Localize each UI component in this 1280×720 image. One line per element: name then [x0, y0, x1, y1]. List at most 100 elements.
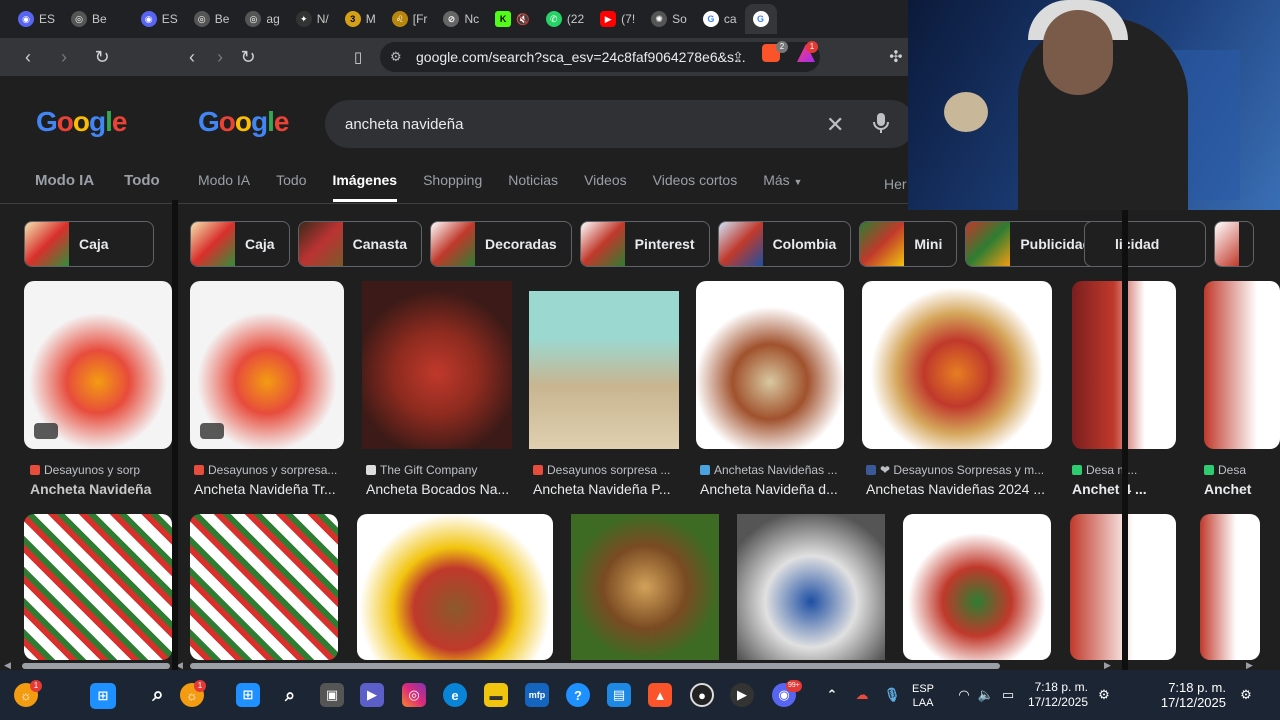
browser-tab-active[interactable]: G: [744, 4, 777, 34]
result-source[interactable]: Anchetas Navideñas ...: [700, 463, 844, 477]
forward-icon[interactable]: ›: [48, 41, 80, 73]
chip-publicidad[interactable]: licidad: [1084, 221, 1206, 267]
chip-caja[interactable]: Caja: [190, 221, 290, 267]
browser-tab[interactable]: ⊘ Nc: [435, 4, 487, 34]
result-title[interactable]: Ancheta Bocados Na...: [366, 481, 512, 497]
scroll-left-icon[interactable]: ◀: [4, 660, 11, 670]
tab-videos[interactable]: Videos: [584, 172, 627, 202]
media-player-icon[interactable]: ▶: [730, 683, 754, 707]
result-thumbnail[interactable]: [190, 514, 338, 660]
search-icon[interactable]: ⌕: [146, 683, 170, 707]
image-result[interactable]: [571, 514, 719, 660]
search-icon[interactable]: ⌕: [278, 683, 302, 707]
result-thumbnail[interactable]: [24, 281, 172, 449]
result-source[interactable]: Desayunos sorpresa ...: [533, 463, 679, 477]
browser-tab[interactable]: K 🔇: [487, 4, 538, 34]
result-source[interactable]: Desa: [1204, 463, 1280, 477]
browser-tab[interactable]: ✦ N/: [288, 4, 337, 34]
horizontal-scrollbar[interactable]: [22, 663, 170, 669]
browser-tab[interactable]: ✆ (22: [538, 4, 592, 34]
image-result[interactable]: [190, 514, 338, 660]
result-source[interactable]: ❤ Desayunos Sorpresas y m...: [866, 463, 1052, 477]
result-thumbnail[interactable]: [1204, 281, 1280, 449]
edge-icon[interactable]: e: [443, 683, 467, 707]
image-result[interactable]: [737, 514, 885, 660]
image-result[interactable]: [903, 514, 1051, 660]
tab-ai-mode[interactable]: Modo IA: [35, 172, 94, 202]
tab-all[interactable]: Todo: [124, 172, 160, 202]
scroll-right-icon[interactable]: ▶: [1104, 660, 1111, 670]
result-thumbnail[interactable]: [362, 281, 512, 449]
chip-colombia[interactable]: Colombia: [717, 221, 852, 267]
browser-tab[interactable]: ✺ So: [643, 4, 695, 34]
back-icon[interactable]: ‹: [12, 41, 44, 73]
chip-caja[interactable]: Caja: [24, 221, 154, 267]
image-result[interactable]: Desayunos y sorpresa... Ancheta Navideña…: [190, 281, 344, 497]
reload-icon[interactable]: ↻: [232, 41, 264, 73]
result-thumbnail[interactable]: [903, 514, 1051, 660]
result-source[interactable]: Desayunos y sorp: [30, 463, 172, 477]
chip-canasta[interactable]: Canasta: [297, 221, 423, 267]
browser-tab[interactable]: ◎ Be: [63, 4, 115, 34]
result-title[interactable]: Ancheta Navideña: [30, 481, 172, 497]
record-icon[interactable]: ●: [690, 683, 714, 707]
windows-start-icon[interactable]: ⊞: [90, 683, 116, 709]
mic-icon[interactable]: [872, 112, 890, 134]
result-thumbnail[interactable]: [862, 281, 1052, 449]
windows-start-icon[interactable]: ⊞: [236, 683, 260, 707]
browser-tab[interactable]: ◉ ES: [133, 4, 186, 34]
language-indicator[interactable]: ESP LAA: [912, 682, 934, 710]
google-logo[interactable]: Google: [36, 106, 127, 138]
image-result[interactable]: [24, 514, 172, 660]
tools-button[interactable]: Her: [884, 176, 907, 192]
mic-icon[interactable]: 🎙: [880, 683, 904, 707]
result-source[interactable]: The Gift Company: [366, 463, 512, 477]
image-result[interactable]: [357, 514, 553, 660]
notifications-icon[interactable]: ⚙: [1234, 683, 1258, 707]
browser-tab[interactable]: ◎ Be: [186, 4, 238, 34]
clock[interactable]: 7:18 p. m. 17/12/2025: [1140, 680, 1226, 710]
chip-decoradas[interactable]: Decoradas: [430, 221, 572, 267]
google-logo[interactable]: Google: [198, 106, 289, 138]
help-icon[interactable]: ?: [566, 683, 590, 707]
result-source[interactable]: Desayunos y sorpresa...: [194, 463, 344, 477]
result-thumbnail[interactable]: [571, 514, 719, 660]
tab-shopping[interactable]: Shopping: [423, 172, 482, 202]
wifi-icon[interactable]: ◠: [952, 683, 976, 707]
browser-tab[interactable]: 3M: [337, 4, 384, 34]
chip-partial[interactable]: [1214, 221, 1254, 267]
clear-icon[interactable]: ✕: [826, 112, 844, 138]
image-result[interactable]: Anchetas Navideñas ... Ancheta Navideña …: [696, 281, 844, 497]
app-icon[interactable]: mfp: [525, 683, 549, 707]
reload-icon[interactable]: ↻: [86, 41, 118, 73]
meet-icon[interactable]: ▶: [360, 683, 384, 707]
result-thumbnail[interactable]: [357, 514, 553, 660]
address-bar[interactable]: ⚙ google.com/search?sca_esv=24c8faf90642…: [380, 42, 820, 72]
tab-short-videos[interactable]: Videos cortos: [653, 172, 738, 202]
result-thumbnail[interactable]: [529, 291, 679, 449]
image-result[interactable]: [1200, 514, 1260, 660]
site-settings-icon[interactable]: ⚙: [390, 49, 406, 65]
result-thumbnail[interactable]: [190, 281, 344, 449]
volume-icon[interactable]: 🔈: [974, 683, 998, 707]
task-view-icon[interactable]: ▣: [320, 683, 344, 707]
browser-tab[interactable]: ◎ ag: [237, 4, 287, 34]
chip-pinterest[interactable]: Pinterest: [579, 221, 710, 267]
brave-icon[interactable]: ▲: [648, 683, 672, 707]
result-title[interactable]: Anchet: [1204, 481, 1280, 497]
result-thumbnail[interactable]: [1200, 514, 1260, 660]
browser-tab[interactable]: ♌ [Fr: [384, 4, 436, 34]
result-thumbnail[interactable]: [24, 514, 172, 660]
result-title[interactable]: Ancheta Navideña d...: [700, 481, 844, 497]
store-icon[interactable]: ▤: [607, 683, 631, 707]
tab-more[interactable]: Más ▼: [763, 172, 802, 202]
bookmark-icon[interactable]: ▯: [342, 41, 374, 73]
file-explorer-icon[interactable]: ▬: [484, 683, 508, 707]
result-title[interactable]: Anchetas Navideñas 2024 ...: [866, 481, 1052, 497]
browser-tab[interactable]: Gca: [695, 4, 745, 34]
tab-ai-mode[interactable]: Modo IA: [198, 172, 250, 202]
notifications-icon[interactable]: ⚙: [1092, 683, 1116, 707]
scroll-right-icon[interactable]: ▶: [1246, 660, 1253, 670]
image-result[interactable]: ❤ Desayunos Sorpresas y m... Anchetas Na…: [862, 281, 1052, 497]
result-thumbnail[interactable]: [737, 514, 885, 660]
